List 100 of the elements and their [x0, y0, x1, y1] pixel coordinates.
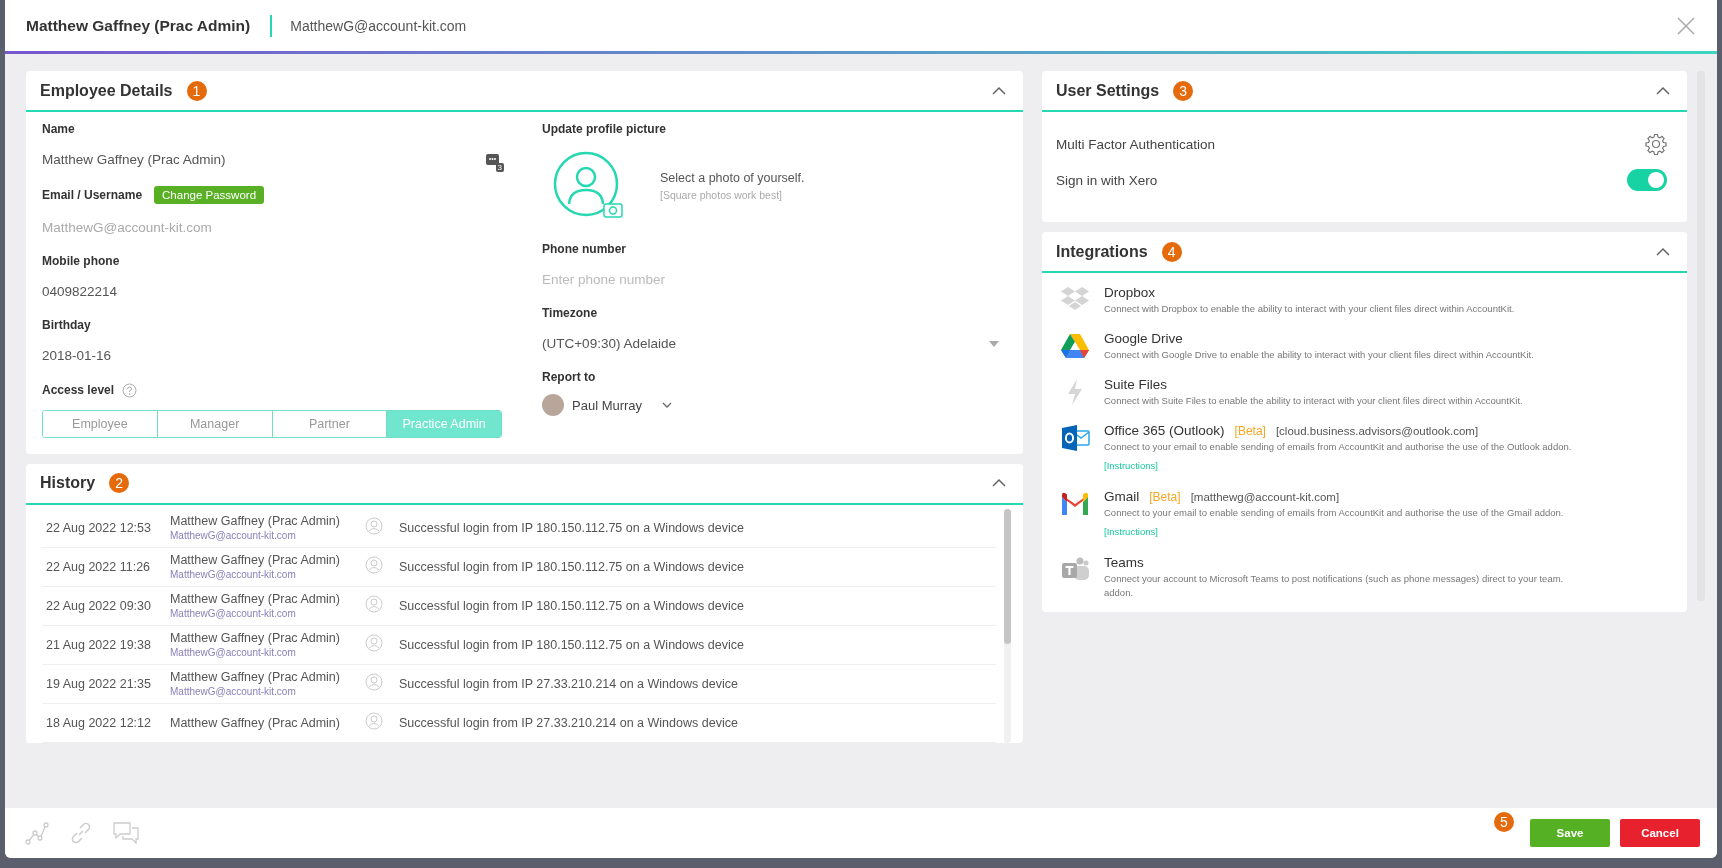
save-button[interactable]: Save: [1530, 819, 1610, 847]
history-user: Matthew Gaffney (Prac Admin): [170, 553, 341, 567]
photo-hint: Select a photo of yourself.: [660, 171, 805, 185]
step-marker: 2: [109, 473, 130, 493]
integration-note: addon.: [1104, 587, 1135, 598]
section-title: Employee Details: [40, 81, 173, 100]
history-time: 22 Aug 2022 11:26: [46, 559, 152, 574]
integration-description: Connect your account to Microsoft Teams to post notifications (such as phone messages) direct to your team.: [1104, 573, 1564, 584]
section-title: History: [40, 474, 96, 492]
history-user: Matthew Gaffney (Prac Admin): [170, 715, 341, 730]
history-email: MatthewG@account-kit.com: [170, 647, 297, 658]
integration-description: Connect to your email to enable sending of emails from AccountKit and authorise the use of the Outlook addon.: [1104, 441, 1572, 452]
beta-tag: [Beta]: [1234, 424, 1266, 438]
step-marker: 4: [1161, 241, 1182, 262]
close-icon[interactable]: [1677, 16, 1695, 35]
setting-label: Sign in with Xero: [1056, 172, 1158, 188]
chevron-down-icon: [662, 402, 673, 408]
scrollbar[interactable]: [1004, 508, 1011, 743]
step-marker: 3: [1173, 80, 1194, 101]
user-icon: [365, 516, 383, 535]
settings-icon[interactable]: [1645, 133, 1667, 155]
history-email: MatthewG@account-kit.com: [170, 686, 297, 697]
field-label: Email / Username: [42, 188, 143, 202]
history-time: 22 Aug 2022 09:30: [46, 598, 152, 613]
integration-name: Gmail: [1104, 489, 1140, 504]
count-badge: 3: [495, 163, 504, 172]
history-message: Successful login from IP 180.150.112.75 on a Windows device: [399, 598, 745, 613]
history-user: Matthew Gaffney (Prac Admin): [170, 670, 341, 684]
header-email: MatthewG@account-kit.com: [290, 17, 468, 34]
access-level-selector[interactable]: Employee Manager Partner Practice Admin: [42, 409, 502, 438]
report-to-select[interactable]: Paul Murray: [542, 394, 673, 416]
history-time: 21 Aug 2022 19:38: [46, 637, 152, 652]
integration-description: Connect to your email to enable sending of emails from AccountKit and authorise the use of the Gmail addon.: [1104, 507, 1564, 518]
collapse-icon[interactable]: [991, 477, 1007, 489]
history-message: Successful login from IP 27.33.210.214 on a Windows device: [399, 676, 739, 691]
window-title: Matthew Gaffney (Prac Admin): [26, 16, 252, 35]
history-time: 18 Aug 2022 12:12: [46, 715, 152, 730]
history-user: Matthew Gaffney (Prac Admin): [170, 514, 341, 528]
user-icon: [365, 633, 383, 652]
phone-input[interactable]: Enter phone number: [542, 272, 1007, 287]
integration-name: Dropbox: [1104, 285, 1156, 300]
help-icon: [122, 382, 138, 398]
history-email: MatthewG@account-kit.com: [170, 569, 297, 580]
user-icon: [365, 555, 383, 574]
segment-option[interactable]: Practice Admin: [386, 410, 501, 437]
field-label: Update profile picture: [542, 122, 667, 136]
beta-tag: [Beta]: [1149, 490, 1181, 504]
history-time: 19 Aug 2022 21:35: [46, 676, 152, 691]
history-message: Successful login from IP 180.150.112.75 on a Windows device: [399, 520, 745, 535]
instructions-link[interactable]: [Instructions]: [1104, 460, 1158, 471]
history-user: Matthew Gaffney (Prac Admin): [170, 631, 341, 645]
history-user: Matthew Gaffney (Prac Admin): [170, 592, 341, 606]
user-icon: [365, 711, 383, 730]
integration-name: Suite Files: [1104, 377, 1168, 392]
collapse-icon[interactable]: [991, 84, 1007, 97]
contact-card-icon: [486, 154, 499, 165]
chat-bubbles-icon: [113, 821, 139, 845]
history-time: 22 Aug 2022 12:53: [46, 520, 152, 535]
field-label: Report to: [542, 370, 597, 384]
change-password-button[interactable]: Change Password: [154, 186, 265, 204]
user-icon: [365, 672, 383, 691]
field-label: Access level: [42, 383, 115, 397]
integration-name: Google Drive: [1104, 331, 1183, 346]
history-email: MatthewG@account-kit.com: [170, 530, 297, 541]
field-label: Mobile phone: [42, 254, 121, 268]
history-message: Successful login from IP 180.150.112.75 on a Windows device: [399, 637, 745, 652]
caret-icon: [989, 340, 999, 347]
toggle-switch[interactable]: [1627, 169, 1667, 191]
collapse-icon[interactable]: [1655, 245, 1671, 258]
history-email: MatthewG@account-kit.com: [170, 608, 297, 619]
field-label: Birthday: [42, 318, 92, 332]
instructions-link[interactable]: [Instructions]: [1104, 526, 1158, 537]
integration-description: Connect with Google Drive to enable the ability to interact with your client files direct within AccountKit.: [1104, 349, 1534, 360]
graph-nodes-icon: [25, 821, 49, 845]
connected-account: [matthewg@account-kit.com]: [1190, 491, 1340, 503]
integration-name: Office 365 (Outlook): [1104, 423, 1225, 438]
avatar: [542, 394, 564, 416]
birthday-value: 2018-01-16: [42, 348, 113, 363]
field-label: Phone number: [542, 242, 627, 256]
name-value: Matthew Gaffney (Prac Admin): [42, 152, 227, 167]
integration-description: Connect with Dropbox to enable the ability to interact with your client files direct within AccountKit.: [1104, 303, 1515, 314]
integration-name: Teams: [1104, 555, 1144, 570]
setting-label: Multi Factor Authentication: [1056, 136, 1216, 152]
email-value: MatthewG@account-kit.com: [42, 220, 213, 235]
photo-subhint: [Square photos work best]: [660, 189, 783, 201]
history-message: Successful login from IP 27.33.210.214 on a Windows device: [399, 715, 739, 730]
integration-description: Connect with Suite Files to enable the ability to interact with your client files direct within AccountKit.: [1104, 395, 1523, 406]
section-title: Integrations: [1056, 242, 1148, 261]
connected-account: [cloud.business.advisors@outlook.com]: [1275, 425, 1479, 437]
collapse-icon[interactable]: [1655, 84, 1671, 97]
link-icon: [69, 821, 93, 845]
history-message: Successful login from IP 180.150.112.75 on a Windows device: [399, 559, 745, 574]
triangle-drive-icon: [1060, 331, 1091, 361]
field-label: Timezone: [542, 306, 599, 320]
mail-envelope-icon: [1060, 423, 1091, 453]
timezone-select[interactable]: (UTC+09:30) Adelaide: [542, 336, 1007, 351]
section-title: User Settings: [1056, 81, 1160, 100]
step-marker: 5: [1494, 812, 1514, 832]
cancel-button[interactable]: Cancel: [1620, 819, 1700, 847]
user-icon: [365, 594, 383, 613]
